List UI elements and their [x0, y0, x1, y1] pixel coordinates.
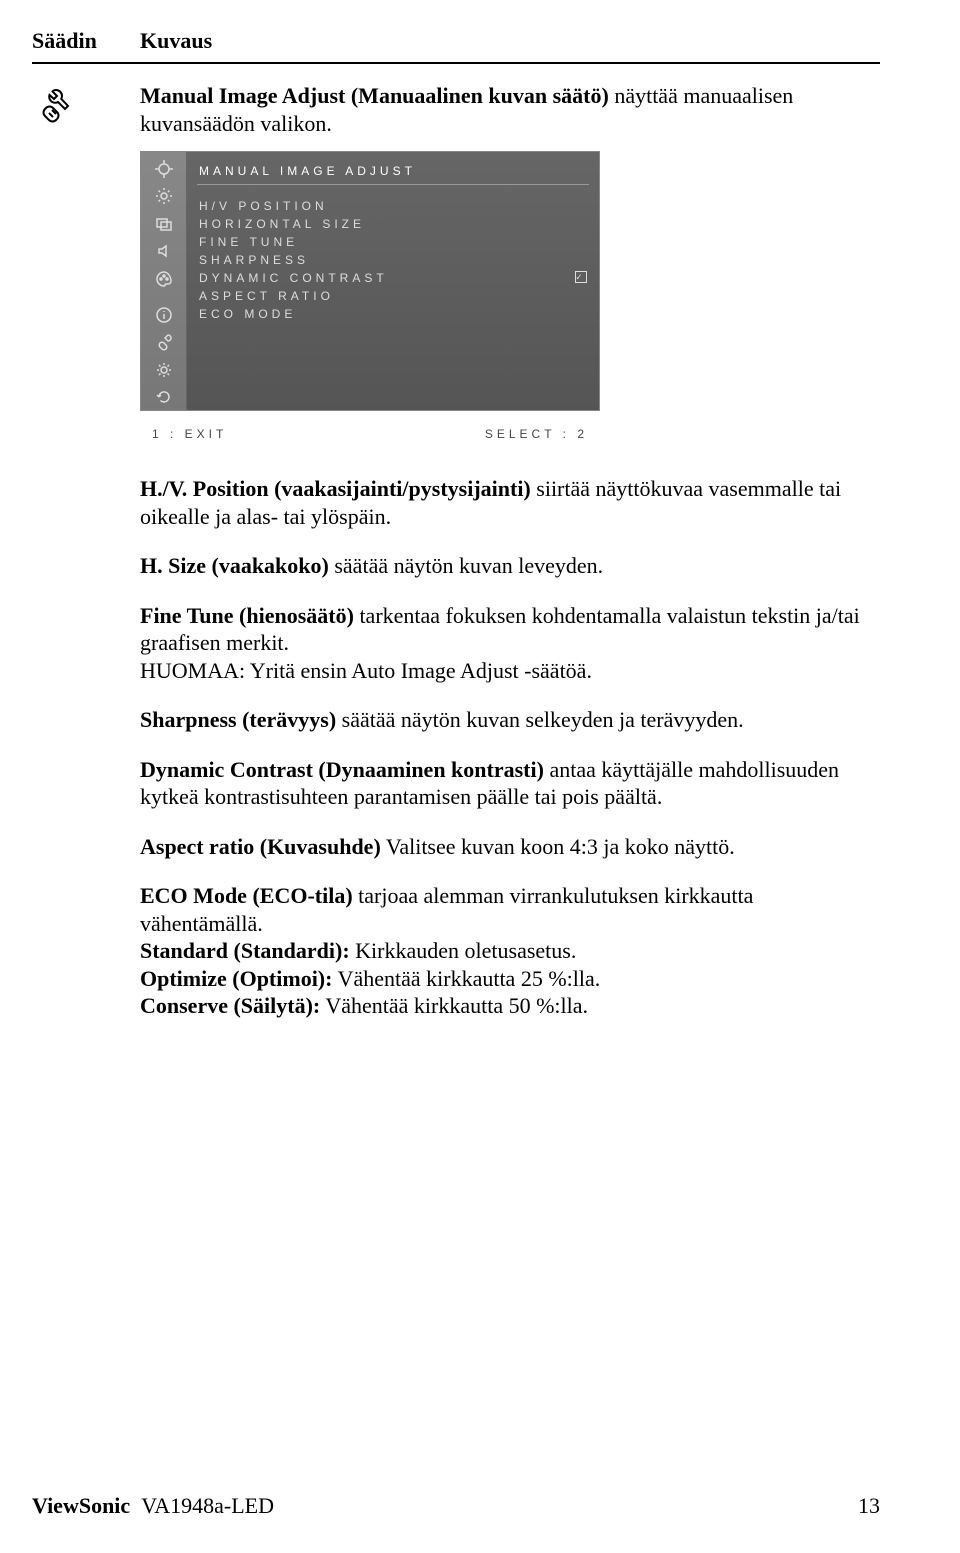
checkbox-icon: ✓ [575, 271, 587, 283]
para-h-size: H. Size (vaakakoko) säätää näytön kuvan … [140, 552, 880, 580]
page-footer: ViewSonic VA1948a-LED 13 [32, 1493, 880, 1519]
control-icon-col [32, 82, 140, 1042]
para-aspect-ratio: Aspect ratio (Kuvasuhde) Valitsee kuvan … [140, 833, 880, 861]
osd-icon-setup [149, 357, 179, 383]
footer-brand-model: ViewSonic VA1948a-LED [32, 1493, 274, 1519]
header-col-description: Kuvaus [140, 28, 880, 54]
para-hv-position: H./V. Position (vaakasijainti/pystysijai… [140, 475, 880, 530]
para-fine-tune: Fine Tune (hienosäätö) tarkentaa fokukse… [140, 602, 880, 685]
osd-item: FINE TUNE [197, 233, 589, 251]
osd-footer: 1 : EXIT SELECT : 2 [140, 417, 600, 451]
para-sharpness: Sharpness (terävyys) säätää näytön kuvan… [140, 706, 880, 734]
header-col-control: Säädin [32, 28, 140, 54]
table-header: Säädin Kuvaus [32, 28, 880, 58]
osd-sidebar [141, 152, 187, 410]
description-col: Manual Image Adjust (Manuaalinen kuvan s… [140, 82, 880, 1042]
osd-icon-info [149, 302, 179, 328]
content-row: Manual Image Adjust (Manuaalinen kuvan s… [32, 82, 880, 1042]
intro-paragraph: Manual Image Adjust (Manuaalinen kuvan s… [140, 82, 880, 137]
osd-main: MANUAL IMAGE ADJUST H/V POSITION HORIZON… [187, 152, 599, 410]
intro-bold: Manual Image Adjust (Manuaalinen kuvan s… [140, 83, 609, 108]
para-eco-mode: ECO Mode (ECO-tila) tarjoaa alemman virr… [140, 882, 880, 1020]
osd-icon-reset [149, 384, 179, 410]
osd-icon-audio [149, 239, 179, 265]
wrench-hand-icon [36, 104, 76, 129]
osd-footer-left: 1 : EXIT [152, 427, 227, 441]
divider [32, 62, 880, 64]
osd-item: ECO MODE [197, 305, 589, 323]
osd-title: MANUAL IMAGE ADJUST [197, 160, 589, 185]
osd-item: HORIZONTAL SIZE [197, 215, 589, 233]
osd-footer-right: SELECT : 2 [485, 427, 588, 441]
osd-icon-color [149, 266, 179, 292]
osd-icon-input [149, 211, 179, 237]
osd-icon-crosshair [149, 156, 179, 182]
para-dynamic-contrast: Dynamic Contrast (Dynaaminen kontrasti) … [140, 756, 880, 811]
osd-icon-manual [149, 329, 179, 355]
osd-screenshot: MANUAL IMAGE ADJUST H/V POSITION HORIZON… [140, 151, 600, 451]
osd-item: ASPECT RATIO [197, 287, 589, 305]
osd-item: H/V POSITION [197, 197, 589, 215]
osd-box: MANUAL IMAGE ADJUST H/V POSITION HORIZON… [140, 151, 600, 411]
osd-item: DYNAMIC CONTRAST ✓ [197, 269, 589, 287]
osd-item: SHARPNESS [197, 251, 589, 269]
osd-icon-brightness [149, 184, 179, 210]
page-number: 13 [858, 1493, 880, 1519]
